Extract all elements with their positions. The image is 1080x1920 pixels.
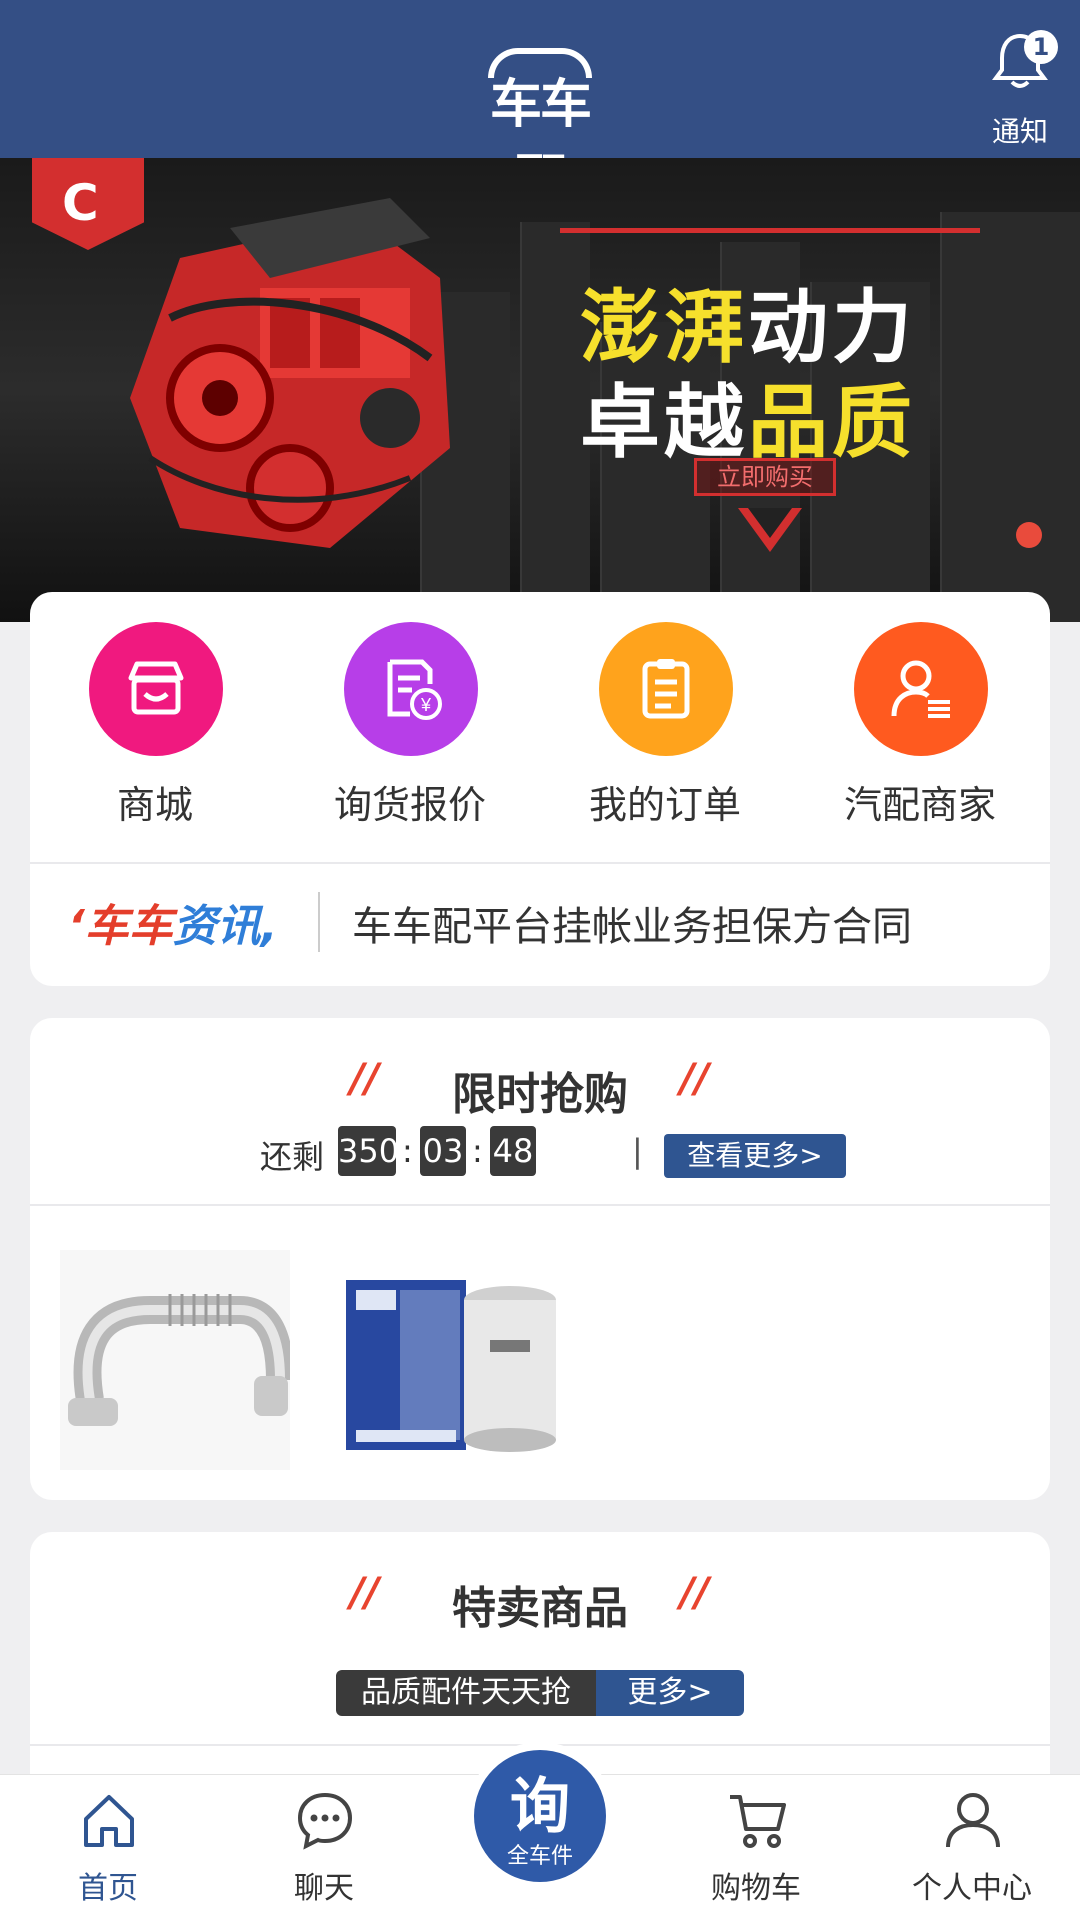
chat-icon [297,1792,353,1850]
countdown-minutes: 03 [420,1126,466,1176]
countdown-label: 还剩 [260,1138,325,1176]
svg-text:¥: ¥ [420,695,432,715]
slash-decoration-icon: // [680,1570,710,1616]
news-headline[interactable]: 车车配平台挂帐业务担保方合同 [352,894,912,952]
notification-count-badge: 1 [1024,30,1058,64]
inquiry-center-button[interactable]: 询 全车件 [474,1750,606,1882]
merchant-user-icon [891,660,950,718]
tab-cart[interactable]: 购物车 [676,1789,836,1909]
order-list-icon [642,659,690,719]
special-more-button[interactable]: 更多> [596,1670,744,1716]
news-tag: ‘车车资讯, [68,901,278,952]
countdown-separator: | [632,1132,643,1170]
inquiry-button-big-label: 询 [510,1772,570,1842]
special-slogan: 品质配件天天抢 [336,1670,596,1716]
tab-label: 首页 [78,1871,138,1906]
quick-menu-card: 商城 ¥ 询货报价 我的订单 汽配商家 ‘车车资讯, 车车配平台挂帐业务担保方合… [30,592,1050,986]
app-logo: 车车配 [470,48,610,210]
tab-label: 购物车 [711,1871,801,1906]
special-sale-title: 特卖商品 [452,1583,628,1634]
home-icon [84,1795,134,1847]
menu-item-shop[interactable]: 商城 [55,622,255,827]
quote-document-icon: ¥ [387,659,442,720]
divider [30,862,1050,864]
countdown-seconds: 48 [490,1126,536,1176]
menu-item-quote[interactable]: ¥ 询货报价 [310,622,510,827]
tab-label: 个人中心 [912,1871,1032,1906]
engine-image [130,198,450,548]
tab-chat[interactable]: 聊天 [244,1789,404,1909]
notification-label: 通知 [991,115,1048,148]
notification-button[interactable]: 1 通知 [980,30,1060,150]
divider [30,1204,1050,1206]
buy-now-button[interactable]: 立即购买 [694,458,836,496]
tab-label: 聊天 [294,1871,354,1906]
inquiry-button-small-label: 全车件 [506,1844,573,1869]
news-separator [318,892,320,952]
menu-item-orders[interactable]: 我的订单 [565,622,765,827]
user-icon [946,1793,1000,1848]
shop-icon [128,661,184,715]
app-header: 车车配 1 通知 [0,0,1080,210]
menu-label: 询货报价 [333,783,486,827]
slogan-line-2: 卓越品质 [580,376,916,469]
flash-sale-card: // 限时抢购 // 还剩 350 : 03 : 48 | 查看更多> [30,1018,1050,1500]
tab-profile[interactable]: 个人中心 [892,1789,1052,1909]
menu-label: 我的订单 [588,783,741,827]
product-oil-filter-image[interactable] [340,1250,570,1470]
slash-decoration-icon: // [680,1056,710,1102]
view-more-button[interactable]: 查看更多> [664,1134,846,1178]
menu-item-merchants[interactable]: 汽配商家 [820,622,1020,827]
flash-sale-title: 限时抢购 [452,1069,628,1120]
tab-home[interactable]: 首页 [28,1789,188,1909]
promo-banner[interactable]: C 澎湃动力 卓越品质 立即购买 [0,158,1080,622]
menu-label: 汽配商家 [843,783,996,827]
cart-icon [730,1795,786,1848]
menu-label: 商城 [116,783,193,827]
countdown-hours: 350 [338,1126,399,1176]
carousel-indicator-dot[interactable] [1016,522,1042,548]
special-slogan-pill: 品质配件天天抢 更多> [336,1670,744,1716]
product-egr-pipe-image[interactable] [60,1250,290,1470]
